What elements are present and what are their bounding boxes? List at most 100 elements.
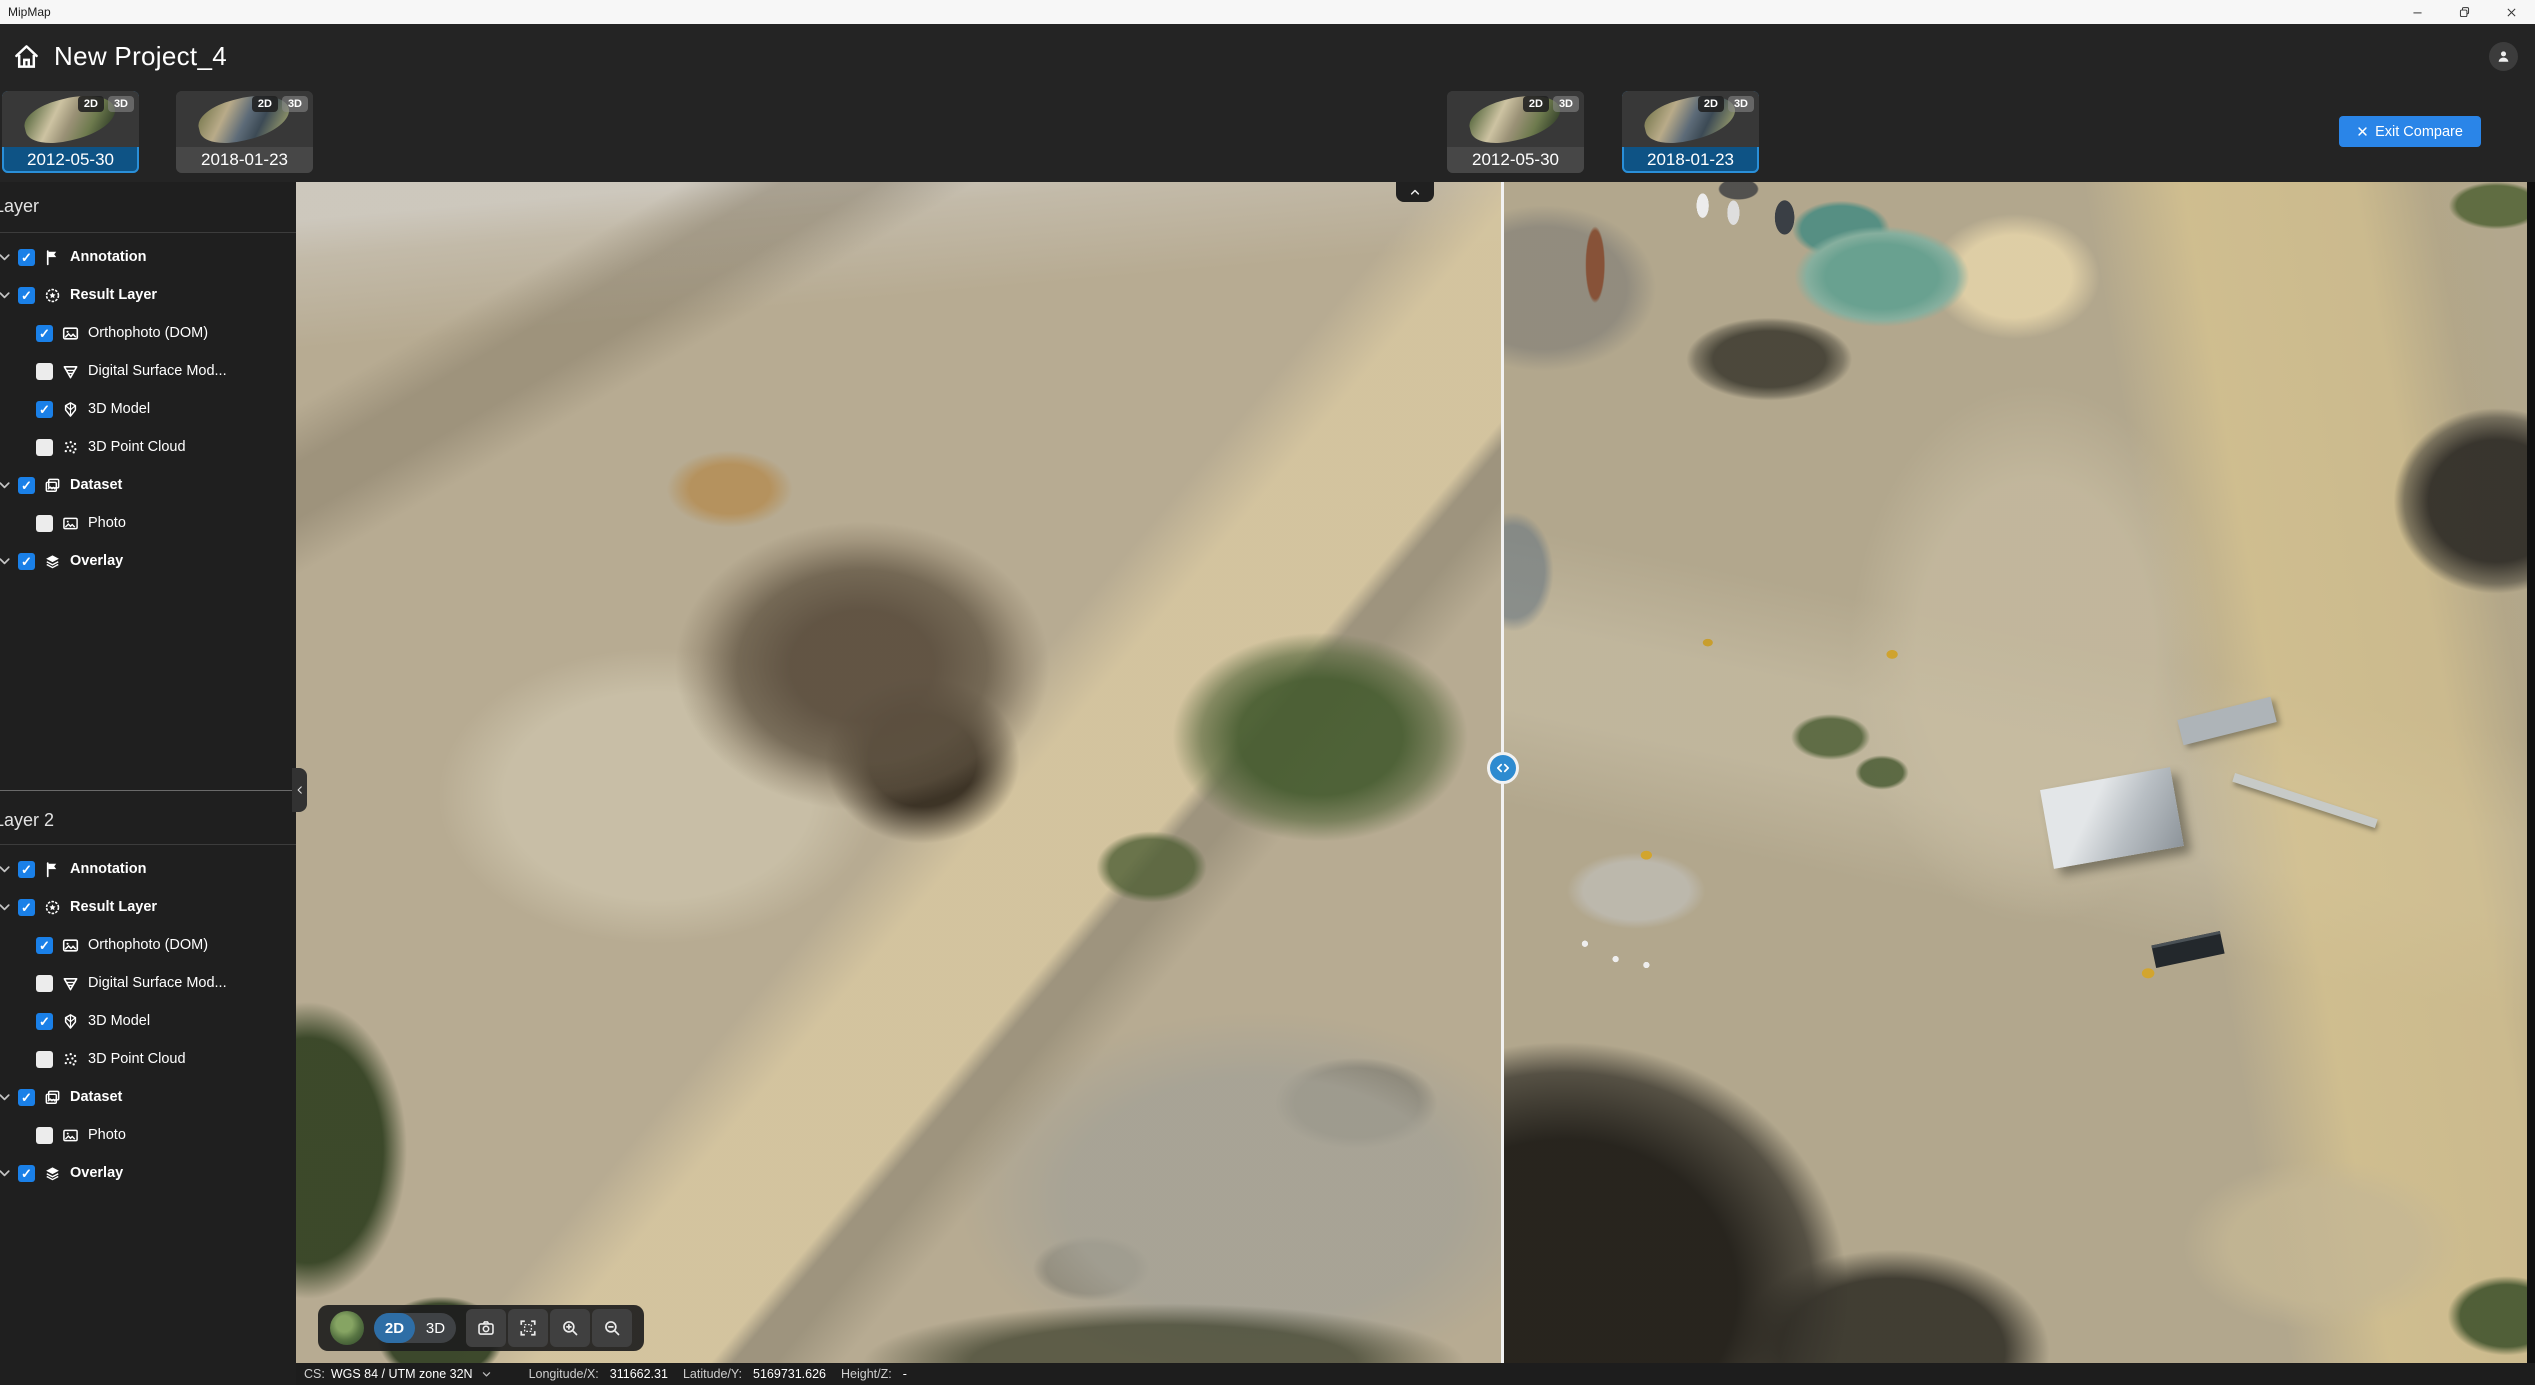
- fit-extent-button[interactable]: [508, 1309, 548, 1347]
- layer2-item-3d-model[interactable]: 3D Model: [0, 1002, 296, 1040]
- latitude-value: 5169731.626: [753, 1367, 826, 1381]
- layer-item-label: 3D Model: [88, 401, 150, 417]
- chevron-down-icon[interactable]: [0, 1166, 12, 1181]
- checkbox[interactable]: [18, 553, 35, 570]
- layer2-item-dataset[interactable]: Dataset: [0, 1078, 296, 1116]
- checkbox[interactable]: [18, 861, 35, 878]
- overlay-icon: [44, 1165, 61, 1182]
- map-view-2018[interactable]: [1503, 182, 2527, 1363]
- checkbox[interactable]: [18, 287, 35, 304]
- sidebar-collapse-handle[interactable]: [292, 768, 307, 812]
- badge-2d[interactable]: 2D: [252, 96, 278, 112]
- checkbox[interactable]: [36, 937, 53, 954]
- exit-compare-button[interactable]: Exit Compare: [2339, 116, 2481, 147]
- dataset-card-right-2012[interactable]: 2D 3D 2012-05-30: [1447, 91, 1584, 173]
- user-icon: [2496, 49, 2511, 64]
- close-x-icon: [2357, 126, 2368, 137]
- point-cloud-icon: [62, 1051, 79, 1068]
- layer2-item-dsm[interactable]: Digital Surface Mod...: [0, 964, 296, 1002]
- checkbox[interactable]: [36, 401, 53, 418]
- dataset-card-left-2012[interactable]: 2D 3D 2012-05-30: [2, 91, 139, 173]
- layer-item-dataset[interactable]: Dataset: [0, 466, 296, 504]
- layer-item-label: Digital Surface Mod...: [88, 975, 227, 991]
- point-cloud-icon: [62, 439, 79, 456]
- home-icon[interactable]: [13, 43, 40, 70]
- badge-2d[interactable]: 2D: [1523, 96, 1549, 112]
- checkbox[interactable]: [36, 1013, 53, 1030]
- 3d-model-icon: [62, 1013, 79, 1030]
- restore-button[interactable]: [2441, 0, 2488, 24]
- checkbox[interactable]: [36, 1051, 53, 1068]
- layer-item-point-cloud[interactable]: 3D Point Cloud: [0, 428, 296, 466]
- user-avatar[interactable]: [2489, 42, 2518, 71]
- layer-item-overlay[interactable]: Overlay: [0, 542, 296, 580]
- height-label: Height/Z:: [841, 1367, 892, 1381]
- chevron-down-icon[interactable]: [0, 478, 12, 493]
- checkbox[interactable]: [18, 249, 35, 266]
- camera-button[interactable]: [466, 1309, 506, 1347]
- layer2-item-result-layer[interactable]: Result Layer: [0, 888, 296, 926]
- photo-icon: [62, 515, 79, 532]
- chevron-down-icon[interactable]: [0, 900, 12, 915]
- zoom-in-button[interactable]: [550, 1309, 590, 1347]
- zoom-out-button[interactable]: [592, 1309, 632, 1347]
- dataset-thumbnail-image: 2D 3D: [1447, 91, 1584, 147]
- checkbox[interactable]: [18, 477, 35, 494]
- layer-item-photo[interactable]: Photo: [0, 504, 296, 542]
- layer-item-annotation[interactable]: Annotation: [0, 238, 296, 276]
- crs-selector[interactable]: CS: WGS 84 / UTM zone 32N: [304, 1367, 492, 1381]
- checkbox[interactable]: [36, 975, 53, 992]
- layer-item-result-layer[interactable]: Result Layer: [0, 276, 296, 314]
- chevron-down-icon[interactable]: [0, 250, 12, 265]
- layer2-item-point-cloud[interactable]: 3D Point Cloud: [0, 1040, 296, 1078]
- dataset-card-left-2018[interactable]: 2D 3D 2018-01-23: [176, 91, 313, 173]
- layer-item-dsm[interactable]: Digital Surface Mod...: [0, 352, 296, 390]
- checkbox[interactable]: [18, 1089, 35, 1106]
- close-button[interactable]: [2488, 0, 2535, 24]
- chevron-down-icon[interactable]: [0, 862, 12, 877]
- checkbox[interactable]: [36, 1127, 53, 1144]
- dsm-icon: [62, 975, 79, 992]
- layer-item-3d-model[interactable]: 3D Model: [0, 390, 296, 428]
- layer2-item-orthophoto[interactable]: Orthophoto (DOM): [0, 926, 296, 964]
- longitude-value: 311662.31: [610, 1367, 668, 1381]
- mode-2d-button[interactable]: 2D: [374, 1313, 415, 1343]
- status-bar: CS: WGS 84 / UTM zone 32N Longitude/X: 3…: [296, 1363, 2535, 1385]
- 3d-model-icon: [62, 401, 79, 418]
- layer2-item-annotation[interactable]: Annotation: [0, 850, 296, 888]
- truck: [2152, 931, 2225, 968]
- exit-compare-label: Exit Compare: [2375, 124, 2463, 140]
- badge-3d[interactable]: 3D: [282, 96, 308, 112]
- layer2-item-photo[interactable]: Photo: [0, 1116, 296, 1154]
- badge-2d[interactable]: 2D: [78, 96, 104, 112]
- left-right-arrows-icon: [1495, 760, 1511, 776]
- minimize-button[interactable]: [2394, 0, 2441, 24]
- badge-3d[interactable]: 3D: [1728, 96, 1754, 112]
- checkbox[interactable]: [18, 899, 35, 916]
- layer-item-orthophoto[interactable]: Orthophoto (DOM): [0, 314, 296, 352]
- badge-2d[interactable]: 2D: [1698, 96, 1724, 112]
- badge-3d[interactable]: 3D: [108, 96, 134, 112]
- layer2-item-overlay[interactable]: Overlay: [0, 1154, 296, 1192]
- badge-3d[interactable]: 3D: [1553, 96, 1579, 112]
- checkbox[interactable]: [18, 1165, 35, 1182]
- basemap-thumbnail[interactable]: [330, 1311, 364, 1345]
- layer-item-label: Photo: [88, 515, 126, 531]
- thumbnail-bar-collapse-tab[interactable]: [1396, 182, 1434, 202]
- layer-sidebar: Layer Annotation Result Layer Orthophoto…: [0, 182, 296, 1385]
- checkbox[interactable]: [36, 325, 53, 342]
- mode-3d-button[interactable]: 3D: [415, 1313, 456, 1343]
- minimize-icon: [2411, 6, 2424, 19]
- dataset-thumbnail-image: 2D 3D: [1622, 91, 1759, 147]
- compare-divider-handle[interactable]: [1487, 752, 1519, 784]
- divider: [0, 844, 296, 845]
- chevron-down-icon[interactable]: [0, 554, 12, 569]
- chevron-down-icon[interactable]: [0, 288, 12, 303]
- dataset-card-right-2018[interactable]: 2D 3D 2018-01-23: [1622, 91, 1759, 173]
- chevron-down-icon[interactable]: [0, 1090, 12, 1105]
- checkbox[interactable]: [36, 515, 53, 532]
- checkbox[interactable]: [36, 363, 53, 380]
- checkbox[interactable]: [36, 439, 53, 456]
- right-scrollbar[interactable]: [2527, 182, 2535, 1363]
- map-view-2012[interactable]: 2D 3D: [296, 182, 1501, 1363]
